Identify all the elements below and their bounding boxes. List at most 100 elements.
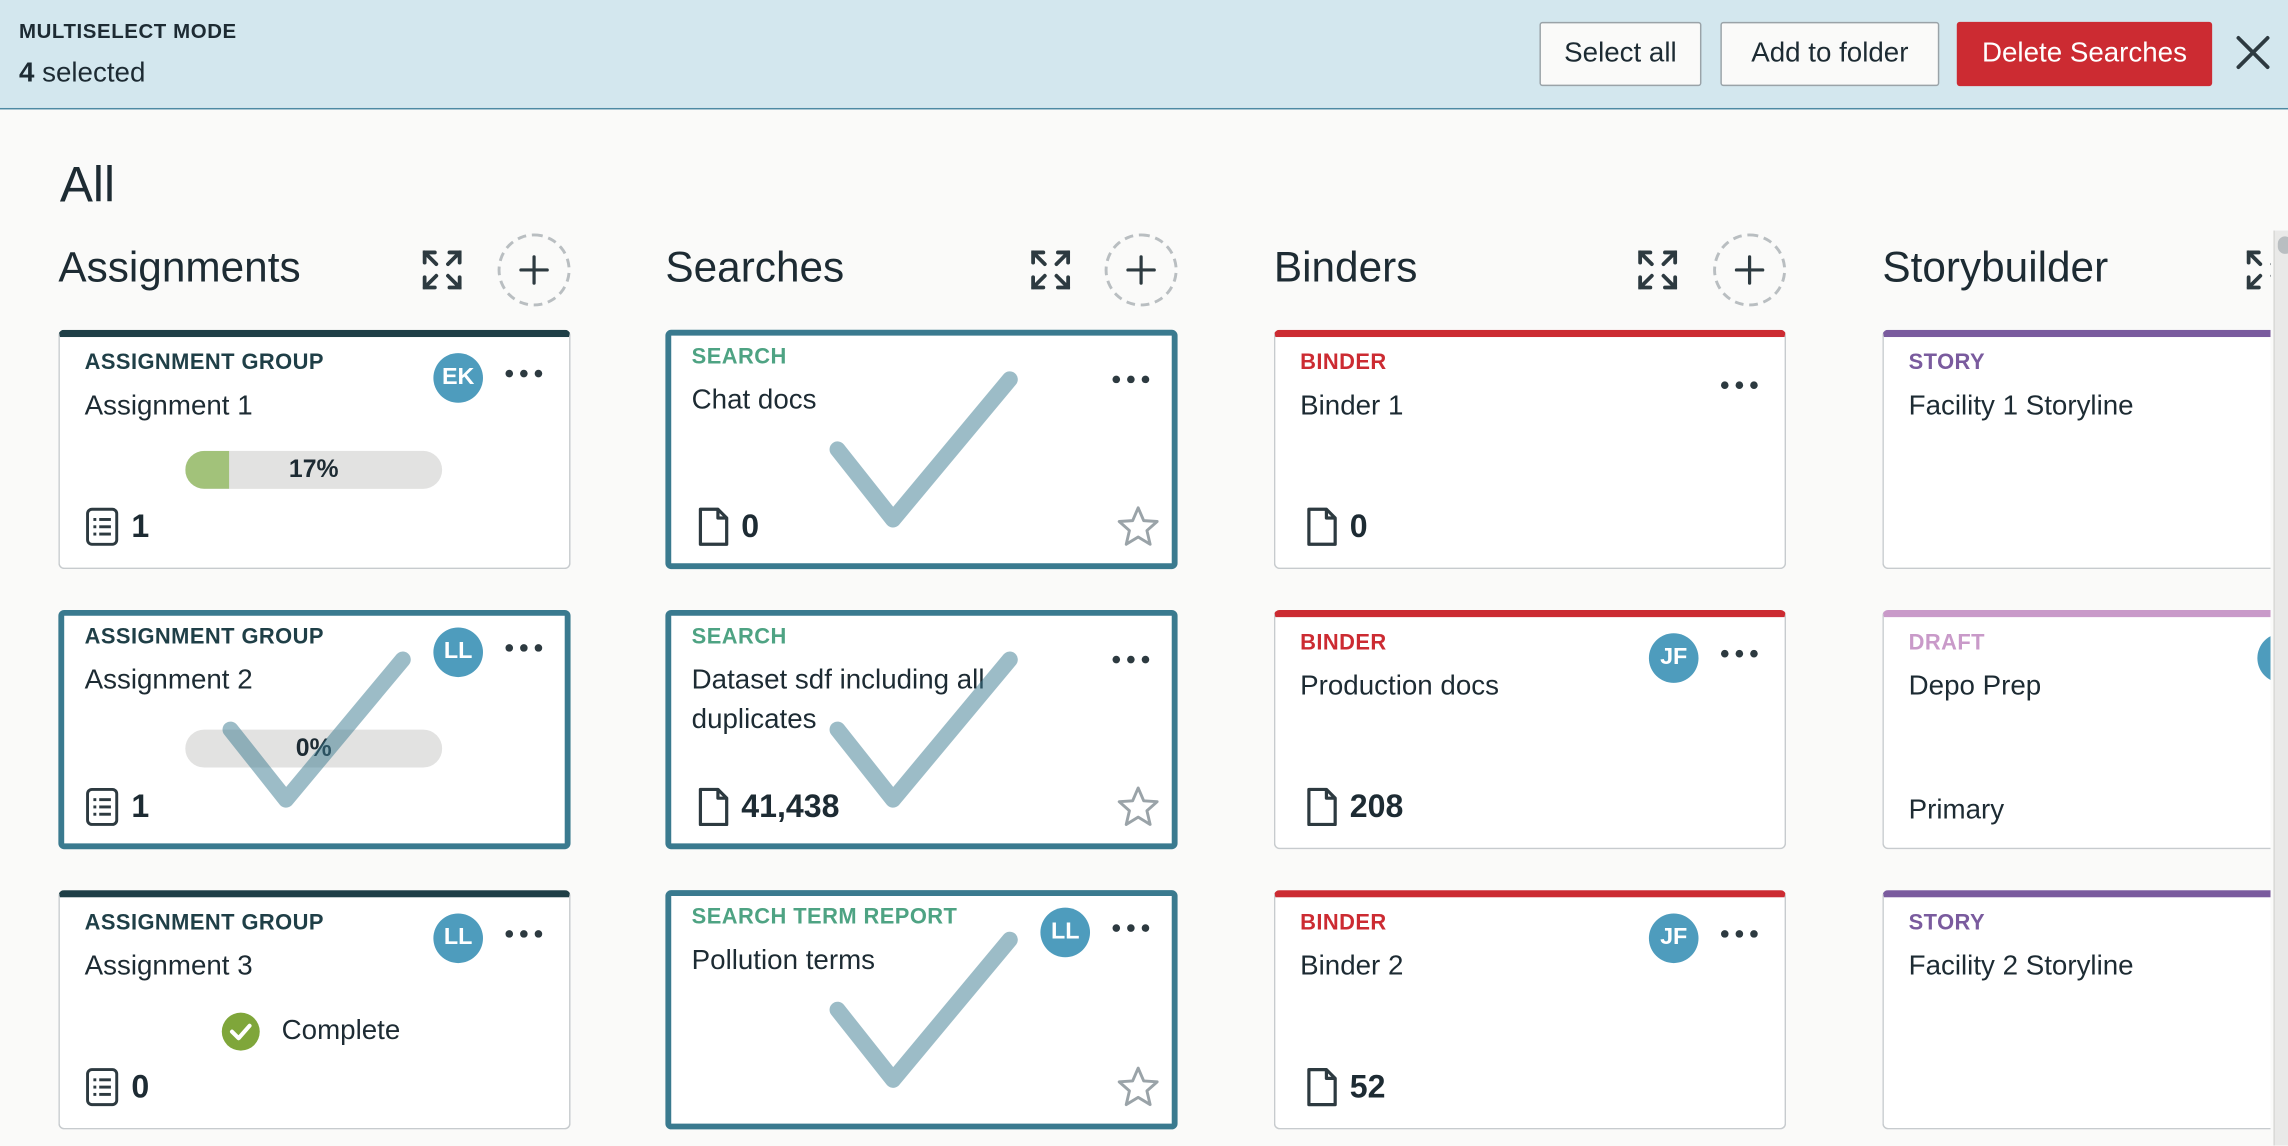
card-name: Assignment 3 xyxy=(84,951,253,983)
star-icon[interactable] xyxy=(1115,1064,1162,1111)
card-assignment-1[interactable]: ASSIGNMENT GROUP Assignment 1 EK 17% 1 xyxy=(58,329,571,570)
card-name: Pollution terms xyxy=(691,945,876,977)
card-name: Assignment 1 xyxy=(84,391,253,422)
column-title-storybuilder: Storybuilder xyxy=(1882,245,2109,292)
avatar[interactable]: LL xyxy=(433,627,483,678)
add-search-button[interactable] xyxy=(1104,233,1178,307)
card-type: DRAFT xyxy=(1908,630,1985,656)
card-type: BINDER xyxy=(1300,630,1387,656)
checklist-icon xyxy=(86,787,119,826)
card-name: Depo Prep xyxy=(1908,671,2042,702)
card-subtitle: Primary xyxy=(1908,795,2005,826)
count-area: 41,438 xyxy=(697,787,839,828)
document-count: 0 xyxy=(1349,507,1368,545)
card-type: STORY xyxy=(1908,910,1986,936)
more-icon[interactable] xyxy=(1719,644,1760,664)
avatar[interactable]: LL xyxy=(1040,907,1091,958)
avatar[interactable]: EK xyxy=(433,353,483,403)
card-search-dataset-sdf[interactable]: SEARCH Dataset sdf including all duplica… xyxy=(665,609,1178,850)
count-area: 52 xyxy=(1306,1067,1386,1108)
select-all-button[interactable]: Select all xyxy=(1539,21,1702,87)
expand-icon[interactable] xyxy=(417,245,467,295)
column-title-assignments: Assignments xyxy=(58,245,301,292)
delete-searches-button[interactable]: Delete Searches xyxy=(1956,21,2213,87)
document-icon xyxy=(1307,787,1337,827)
progress-label: 17% xyxy=(288,455,339,483)
column-title-searches: Searches xyxy=(665,245,845,292)
avatar[interactable]: LL xyxy=(433,913,483,964)
add-assignment-button[interactable] xyxy=(497,233,571,307)
expand-icon[interactable] xyxy=(1633,245,1683,295)
more-icon[interactable] xyxy=(503,924,544,944)
app-stage: MULTISELECT MODE 4 selected Select all A… xyxy=(0,0,2288,1146)
card-binder-2[interactable]: BINDER Binder 2 JF 52 xyxy=(1273,890,1787,1130)
card-type: STORY xyxy=(1908,350,1986,376)
more-icon[interactable] xyxy=(1719,375,1760,395)
selected-count-text: 4 selected xyxy=(19,58,145,90)
star-icon[interactable] xyxy=(1115,784,1162,831)
add-binder-button[interactable] xyxy=(1713,233,1787,307)
card-name: Production docs xyxy=(1300,671,1499,702)
count-area: 0 xyxy=(697,506,759,547)
more-icon[interactable] xyxy=(1110,918,1151,938)
more-icon[interactable] xyxy=(1110,369,1151,389)
multiselect-banner: MULTISELECT MODE 4 selected Select all A… xyxy=(0,0,2288,110)
document-count: 208 xyxy=(1349,787,1404,825)
card-name: Chat docs xyxy=(691,385,817,416)
card-name: Binder 1 xyxy=(1300,391,1404,422)
scrollbar-thumb[interactable] xyxy=(2277,236,2288,254)
plus-icon xyxy=(1126,255,1156,285)
more-icon[interactable] xyxy=(1719,924,1760,944)
count-area: 1 xyxy=(85,787,150,828)
page-title: All xyxy=(59,157,115,214)
card-type: ASSIGNMENT GROUP xyxy=(84,624,324,650)
more-icon[interactable] xyxy=(503,638,544,658)
count-area: 1 xyxy=(85,506,150,547)
add-to-folder-button[interactable]: Add to folder xyxy=(1720,21,1940,87)
card-name: Binder 2 xyxy=(1300,951,1404,983)
progress-bar: 0% xyxy=(185,729,443,768)
card-assignment-2[interactable]: ASSIGNMENT GROUP Assignment 2 LL 0% 1 xyxy=(58,609,571,850)
card-assignment-3[interactable]: ASSIGNMENT GROUP Assignment 3 LL Complet… xyxy=(58,890,571,1130)
card-name: Facility 2 Storyline xyxy=(1908,951,2134,983)
card-name: Assignment 2 xyxy=(84,665,253,697)
vertical-scrollbar[interactable] xyxy=(2273,230,2288,1146)
document-count: 0 xyxy=(741,507,760,545)
card-type: SEARCH xyxy=(691,344,787,370)
more-icon[interactable] xyxy=(1110,649,1151,669)
card-story-facility-1[interactable]: STORY Facility 1 Storyline xyxy=(1882,329,2288,570)
progress-bar: 17% xyxy=(185,450,443,489)
card-search-chat-docs[interactable]: SEARCH Chat docs 0 xyxy=(665,329,1178,570)
selected-count: 4 xyxy=(18,58,35,90)
plus-icon xyxy=(519,255,549,285)
card-search-term-report[interactable]: SEARCH TERM REPORT Pollution terms LL xyxy=(665,890,1178,1130)
card-binder-production-docs[interactable]: BINDER Production docs JF 208 xyxy=(1273,609,1787,850)
selected-suffix: selected xyxy=(34,58,146,90)
avatar[interactable]: JF xyxy=(1648,913,1699,964)
document-count: 52 xyxy=(1349,1068,1386,1105)
check-circle-icon xyxy=(221,1012,260,1051)
item-count: 1 xyxy=(131,787,150,825)
document-icon xyxy=(1307,1067,1337,1107)
card-binder-1[interactable]: BINDER Binder 1 0 xyxy=(1273,329,1787,570)
card-name: Facility 1 Storyline xyxy=(1908,391,2134,422)
card-name: Dataset sdf including all duplicates xyxy=(691,665,985,736)
complete-status: Complete xyxy=(220,1011,400,1052)
close-icon[interactable] xyxy=(2230,29,2277,76)
column-title-binders: Binders xyxy=(1273,245,1418,292)
card-draft-depo-prep[interactable]: DRAFT Depo Prep Primary xyxy=(1882,609,2288,850)
expand-icon[interactable] xyxy=(1026,245,1076,295)
more-icon[interactable] xyxy=(503,363,544,383)
star-icon[interactable] xyxy=(1115,503,1162,550)
avatar[interactable]: JF xyxy=(1648,633,1699,683)
card-type: ASSIGNMENT GROUP xyxy=(84,910,324,936)
multiselect-mode-label: MULTISELECT MODE xyxy=(18,18,237,43)
document-icon xyxy=(698,787,729,827)
document-count: 41,438 xyxy=(741,787,840,825)
card-type: ASSIGNMENT GROUP xyxy=(84,350,324,376)
card-story-facility-2[interactable]: STORY Facility 2 Storyline xyxy=(1882,890,2288,1130)
card-type: SEARCH xyxy=(691,624,787,650)
item-count: 1 xyxy=(131,507,150,545)
document-icon xyxy=(1307,507,1337,546)
plus-icon xyxy=(1734,255,1765,285)
